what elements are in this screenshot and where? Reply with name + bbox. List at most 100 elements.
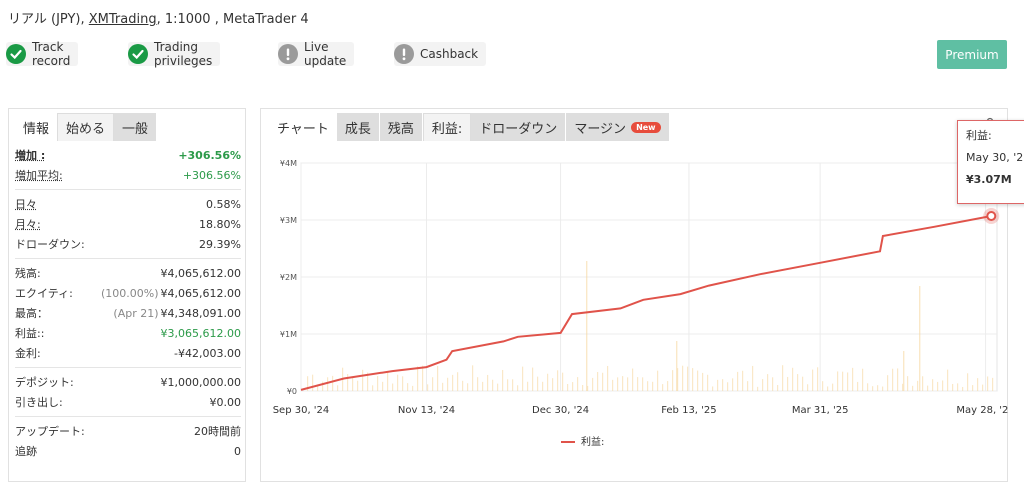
- stat-label[interactable]: 増加 :: [15, 147, 45, 163]
- stat-value: +306.56%: [182, 168, 241, 182]
- daily-bar: [482, 381, 484, 391]
- daily-bar: [357, 380, 359, 391]
- daily-bar: [427, 384, 429, 391]
- stat-label[interactable]: 増加平均:: [15, 167, 63, 183]
- x-tick-label: Feb 13, '25: [661, 405, 716, 416]
- daily-bar-spike: [919, 286, 921, 391]
- daily-bar: [792, 367, 794, 391]
- broker-link[interactable]: XMTrading: [89, 12, 157, 27]
- divider: [15, 416, 241, 417]
- daily-bar: [572, 382, 574, 391]
- account-type: リアル (JPY),: [8, 12, 85, 27]
- daily-bar: [477, 377, 479, 391]
- daily-bar: [987, 376, 989, 391]
- daily-bar: [917, 380, 919, 391]
- stat-label: エクイティ:: [15, 287, 73, 300]
- tab-info[interactable]: 情報: [15, 113, 57, 141]
- daily-bar: [982, 384, 984, 391]
- profit-chart[interactable]: ¥0 ¥1M ¥2M ¥3M ¥4M Sep 30, '24 Nov 13, '24 Dec …: [261, 109, 1009, 483]
- daily-bar: [502, 369, 504, 391]
- daily-bar: [372, 385, 374, 391]
- x-tick-label: Dec 30, '24: [532, 405, 589, 416]
- daily-bar: [612, 379, 614, 391]
- daily-bar: [347, 374, 349, 391]
- stat-gain: 増加 : +306.56%: [15, 145, 241, 165]
- stat-value: ¥1,000,000.00: [160, 375, 241, 389]
- stat-updated: アップデート: 20時間前: [15, 421, 241, 441]
- stat-tracking: 追跡 0: [15, 441, 241, 461]
- daily-bar: [537, 376, 539, 391]
- daily-bar: [442, 382, 444, 391]
- stat-value: ¥0.00: [209, 395, 242, 409]
- daily-bar: [842, 371, 844, 391]
- stat-profit: 利益:: ¥3,065,612.00: [15, 323, 241, 343]
- chart-panel: チャート 成長 残高 利益: ドローダウン マージン New ¥0 ¥1M ¥2M ¥3…: [260, 108, 1009, 483]
- badge-trading-privileges[interactable]: Trading privileges: [128, 40, 221, 68]
- daily-bar-spike: [903, 351, 905, 391]
- daily-bar: [947, 369, 949, 391]
- stat-label: 利益::: [15, 327, 45, 340]
- daily-bar: [527, 381, 529, 391]
- stat-value: 20時間前: [194, 425, 241, 438]
- daily-bar: [992, 377, 994, 391]
- daily-bar: [852, 367, 854, 391]
- daily-bar: [932, 379, 934, 391]
- daily-bar: [377, 376, 379, 391]
- daily-bar: [922, 376, 924, 391]
- daily-bar: [417, 366, 419, 391]
- daily-bar: [952, 383, 954, 391]
- daily-bar: [887, 375, 889, 391]
- daily-bar: [447, 377, 449, 391]
- daily-bar: [882, 386, 884, 391]
- daily-bar: [462, 380, 464, 391]
- daily-bar: [622, 376, 624, 391]
- stat-value: ¥4,348,091.00: [160, 306, 241, 320]
- daily-bar: [487, 374, 489, 391]
- daily-bar: [692, 368, 694, 391]
- stat-interest: 金利: -¥42,003.00: [15, 343, 241, 363]
- daily-bar: [802, 376, 804, 391]
- daily-bar: [392, 383, 394, 391]
- daily-bar: [452, 374, 454, 391]
- stat-withdrawals: 引き出し: ¥0.00: [15, 392, 241, 412]
- stat-avg-gain: 増加平均: +306.56%: [15, 165, 241, 185]
- daily-bar: [707, 374, 709, 391]
- daily-bar: [402, 376, 404, 391]
- premium-button[interactable]: Premium: [937, 40, 1007, 69]
- daily-bar: [757, 386, 759, 391]
- tooltip-date: May 30, '25: [966, 151, 1024, 164]
- daily-bar: [762, 379, 764, 391]
- stat-label[interactable]: 日々: [15, 196, 37, 212]
- badge-track-record[interactable]: Track record: [6, 40, 79, 68]
- daily-bar: [652, 381, 654, 391]
- stat-value: ¥4,065,612.00: [160, 286, 241, 300]
- daily-bar: [387, 372, 389, 391]
- daily-bar: [892, 368, 894, 391]
- badge-live-update[interactable]: Live update: [278, 40, 355, 68]
- daily-bar: [867, 383, 869, 391]
- daily-bar: [847, 372, 849, 391]
- badge-label: Trading privileges: [154, 40, 213, 68]
- daily-bar: [817, 367, 819, 391]
- daily-bar: [567, 384, 569, 391]
- stat-drawdown: ドローダウン: 29.39%: [15, 234, 241, 254]
- stat-label: 金利:: [15, 347, 41, 360]
- daily-bar: [522, 366, 524, 391]
- x-tick-label: Sep 30, '24: [273, 405, 330, 416]
- daily-bar: [717, 379, 719, 391]
- tab-general[interactable]: 一般: [114, 113, 157, 141]
- stat-highest: 最高： (Apr 21) ¥4,348,091.00: [15, 303, 241, 323]
- daily-bar: [812, 369, 814, 391]
- tab-getting-started[interactable]: 始める: [57, 113, 115, 141]
- badge-cashback[interactable]: Cashback: [394, 42, 487, 66]
- stat-value: 0.58%: [206, 197, 241, 211]
- daily-bar: [877, 385, 879, 391]
- check-icon: [128, 44, 148, 64]
- daily-bar-spike: [676, 341, 678, 391]
- daily-bar: [332, 375, 334, 391]
- daily-bar: [492, 379, 494, 391]
- y-tick-label: ¥2M: [280, 273, 297, 282]
- stat-label[interactable]: 月々:: [15, 216, 41, 232]
- equity-percent: (100.00%): [100, 286, 159, 300]
- daily-bar: [607, 365, 609, 391]
